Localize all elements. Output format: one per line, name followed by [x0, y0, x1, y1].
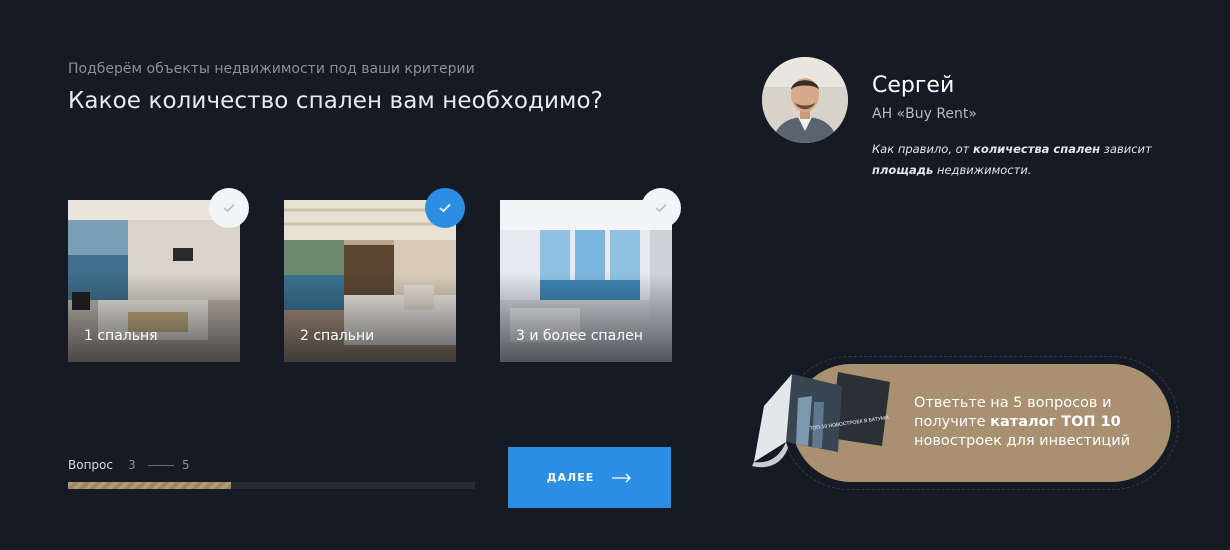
- progress-total: 5: [182, 458, 190, 472]
- next-button[interactable]: ДАЛЕЕ: [508, 447, 671, 508]
- checkmark-icon[interactable]: [209, 188, 249, 228]
- option-label: 1 спальня: [84, 328, 158, 344]
- option-label: 2 спальни: [300, 328, 375, 344]
- quiz-question: Какое количество спален вам необходимо?: [68, 88, 603, 114]
- progress-divider: [148, 465, 174, 466]
- option-card-2-bedrooms[interactable]: 2 спальни: [284, 200, 456, 362]
- progress-label: Вопрос: [68, 458, 113, 472]
- catalog-image: ТОП-10 НОВОСТРОЕК В БАТУМИ: [752, 372, 890, 468]
- consultant-name: Сергей: [872, 73, 955, 98]
- promo-text: Ответьте на 5 вопросов и получите катало…: [914, 395, 1131, 449]
- avatar: [762, 57, 848, 143]
- next-button-label: ДАЛЕЕ: [546, 471, 595, 484]
- progress-bar: [68, 482, 475, 489]
- progress-bar-fill: [68, 482, 231, 489]
- consultant-agency: АН «Buy Rent»: [872, 106, 977, 122]
- option-card-1-bedroom[interactable]: 1 спальня: [68, 200, 240, 362]
- checkmark-icon[interactable]: [641, 188, 681, 228]
- option-card-3-bedrooms[interactable]: 3 и более спален: [500, 200, 672, 362]
- arrow-right-icon: [612, 473, 632, 482]
- option-label: 3 и более спален: [516, 328, 643, 344]
- progress-current: 3: [128, 458, 136, 472]
- checkmark-icon[interactable]: [425, 188, 465, 228]
- quiz-subtitle: Подберём объекты недвижимости под ваши к…: [68, 61, 475, 77]
- consultant-hint: Как правило, от количества спален зависи…: [872, 142, 1152, 177]
